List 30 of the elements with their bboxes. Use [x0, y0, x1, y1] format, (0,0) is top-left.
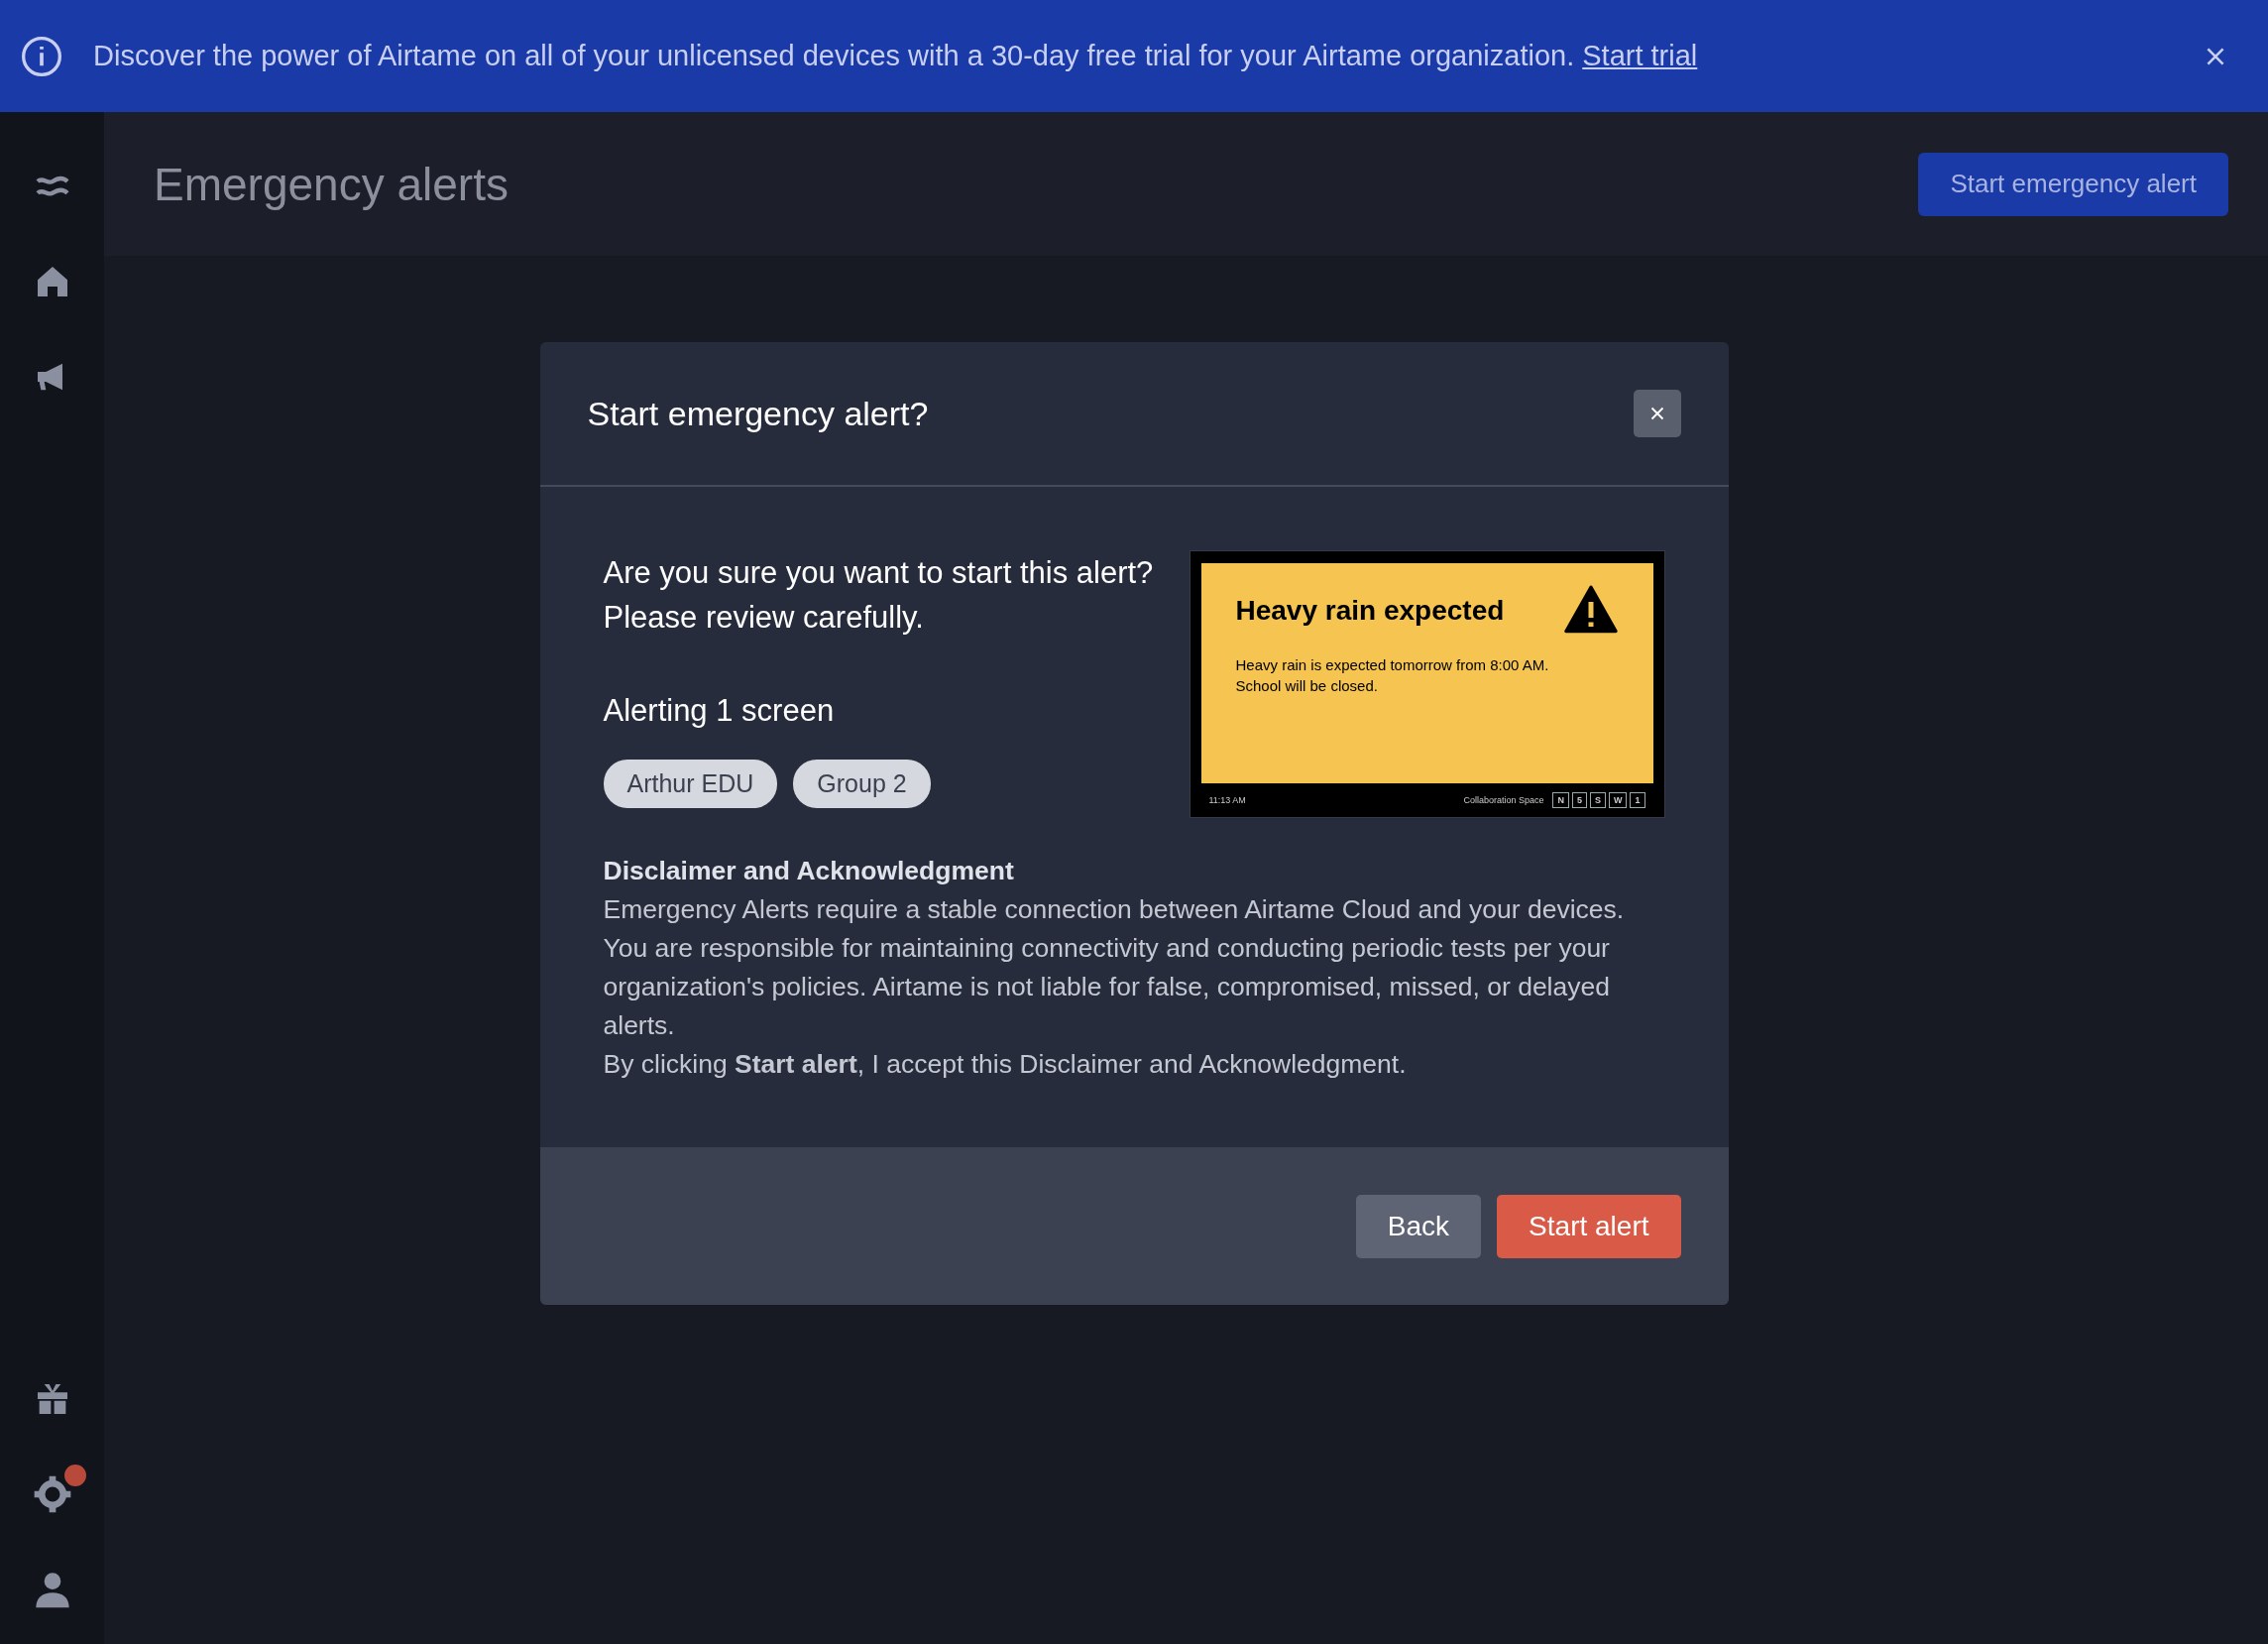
preview-message: School will be closed. [1235, 676, 1379, 696]
code-key: S [1589, 792, 1606, 808]
settings-icon[interactable] [32, 1474, 72, 1514]
disclaimer-heading: Disclaimer and Acknowledgment [603, 855, 1015, 887]
code-key: W [1609, 792, 1628, 808]
code-key: 1 [1630, 792, 1645, 808]
warning-icon [1562, 585, 1619, 635]
banner-message: Discover the power of Airtame on all of your unlicensed devices with a 30-day free trial for your Airtame organization. [93, 40, 1575, 72]
acceptance-text: By clicking Start alert, I accept this Disclaimer and Acknowledgment. [603, 1048, 1408, 1081]
preview-location: Collaboration Space [1463, 794, 1544, 806]
start-alert-button[interactable]: Start alert [1497, 1194, 1681, 1258]
screen-tag: Arthur EDU [603, 760, 778, 808]
question-text: Please review carefully. [603, 599, 925, 637]
question-text: Are you sure you want to start this alert? [603, 554, 1154, 592]
alerting-count: Alerting 1 screen [603, 692, 836, 730]
page-title: Emergency alerts [154, 157, 509, 211]
info-icon [20, 34, 63, 78]
dialog-title: Start emergency alert? [587, 394, 929, 433]
close-button[interactable] [1633, 390, 1681, 437]
preview-title: Heavy rain expected [1235, 593, 1505, 628]
notification-dot [63, 1465, 86, 1486]
back-button[interactable]: Back [1355, 1194, 1482, 1258]
code-key: 5 [1571, 792, 1587, 808]
start-emergency-alert-button[interactable]: Start emergency alert [1918, 152, 2228, 216]
preview-message: Heavy rain is expected tomorrow from 8:00 AM. [1235, 655, 1550, 675]
screen-tag: Group 2 [793, 760, 931, 808]
preview-time: 11:13 AM [1208, 794, 1246, 806]
code-key: N [1552, 792, 1569, 808]
disclaimer-text: Emergency Alerts require a stable connection between Airtame Cloud and your devices. You are responsible for maintaining connectivity and conducting periodic tests per your organization's policies. Airtame is not liable for false, compromised, missed, or delayed alerts. [603, 893, 1626, 1042]
start-trial-link[interactable]: Start trial [1582, 40, 1698, 72]
